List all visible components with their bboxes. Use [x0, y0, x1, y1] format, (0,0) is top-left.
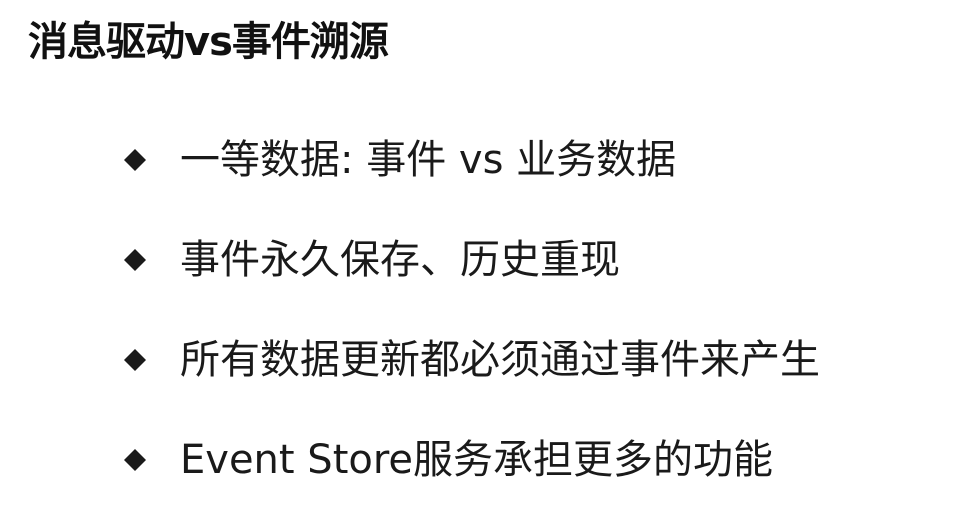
bullet-item-3: 所有数据更新都必须通过事件来产生: [118, 310, 820, 410]
bullet-item-1: 一等数据: 事件 vs 业务数据: [118, 110, 820, 210]
bullet-text: Event Store服务承担更多的功能: [180, 437, 774, 483]
bullet-text: 所有数据更新都必须通过事件来产生: [180, 337, 820, 383]
slide-title: 消息驱动vs事件溯源: [28, 19, 389, 65]
diamond-bullet-icon: [124, 249, 146, 271]
bullet-text: 事件永久保存、历史重现: [180, 237, 620, 283]
bullet-item-4: Event Store服务承担更多的功能: [118, 410, 820, 510]
diamond-bullet-icon: [124, 349, 146, 371]
diamond-bullet-icon: [124, 449, 146, 471]
diamond-bullet-icon: [124, 149, 146, 171]
bullet-item-2: 事件永久保存、历史重现: [118, 210, 820, 310]
bullet-text: 一等数据: 事件 vs 业务数据: [180, 137, 677, 183]
bullet-list: 一等数据: 事件 vs 业务数据 事件永久保存、历史重现 所有数据更新都必须通过…: [118, 110, 820, 510]
slide: 消息驱动vs事件溯源 一等数据: 事件 vs 业务数据 事件永久保存、历史重现 …: [0, 0, 960, 507]
